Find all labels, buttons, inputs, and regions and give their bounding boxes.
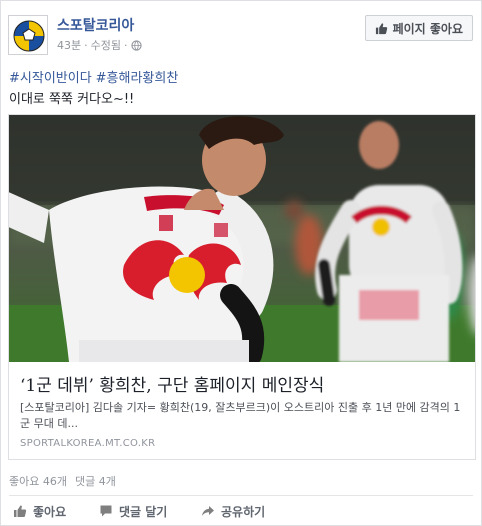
- hashtag-link[interactable]: #시작이반이다: [9, 71, 92, 86]
- divider: [9, 495, 473, 496]
- hashtags: #시작이반이다 #흥해라황희찬: [9, 67, 178, 86]
- share-label: 공유하기: [221, 504, 266, 519]
- link-description: [스포탈코리아] 김다솔 기자= 황희찬(19, 잘츠부르크)이 오스트리아 진…: [20, 401, 461, 430]
- page-avatar[interactable]: [8, 15, 48, 55]
- like-page-label: 페이지 좋아요: [392, 21, 463, 36]
- meta-separator: ·: [84, 38, 88, 52]
- like-label: 좋아요: [33, 504, 67, 519]
- meta-separator-2: ·: [124, 38, 128, 52]
- edited-label[interactable]: 수정됨: [91, 37, 121, 53]
- link-domain: SPORTALKOREA.MT.CO.KR: [20, 438, 156, 449]
- post-time[interactable]: 43분: [57, 37, 81, 53]
- globe-icon[interactable]: [130, 39, 142, 51]
- like-page-button[interactable]: 페이지 좋아요: [364, 15, 473, 41]
- link-preview-card[interactable]: ‘1군 데뷔’ 황희찬, 구단 홈페이지 메인장식 [스포탈코리아] 김다솔 기…: [8, 114, 476, 460]
- post-text: 이대로 쭉쭉 커다오~!!: [9, 92, 135, 107]
- post-stats: 좋아요 46개 댓글 4개: [9, 473, 116, 489]
- comment-label: 댓글 달기: [119, 504, 168, 519]
- thumbs-up-icon: [375, 22, 387, 34]
- post-meta: 43분 · 수정됨 ·: [57, 37, 142, 53]
- action-bar: 좋아요 댓글 달기 공유하기: [1, 498, 481, 524]
- comment-icon: [100, 505, 112, 517]
- post-card: 스포탈코리아 43분 · 수정됨 · 페이지 좋아요 #시작이반이다 #흥해라황희…: [0, 0, 482, 526]
- comments-count[interactable]: 댓글 4개: [75, 473, 116, 489]
- share-icon: [202, 506, 214, 516]
- thumbs-up-icon: [14, 505, 27, 517]
- likes-count[interactable]: 좋아요 46개: [9, 473, 67, 489]
- page-name-link[interactable]: 스포탈코리아: [57, 15, 134, 35]
- link-preview-image[interactable]: [9, 115, 475, 362]
- hashtag-link[interactable]: #흥해라황희찬: [96, 71, 179, 86]
- like-button[interactable]: 좋아요: [13, 498, 66, 524]
- link-title[interactable]: ‘1군 데뷔’ 황희찬, 구단 홈페이지 메인장식: [20, 371, 324, 396]
- comment-button[interactable]: 댓글 달기: [99, 498, 167, 524]
- share-button[interactable]: 공유하기: [201, 498, 265, 524]
